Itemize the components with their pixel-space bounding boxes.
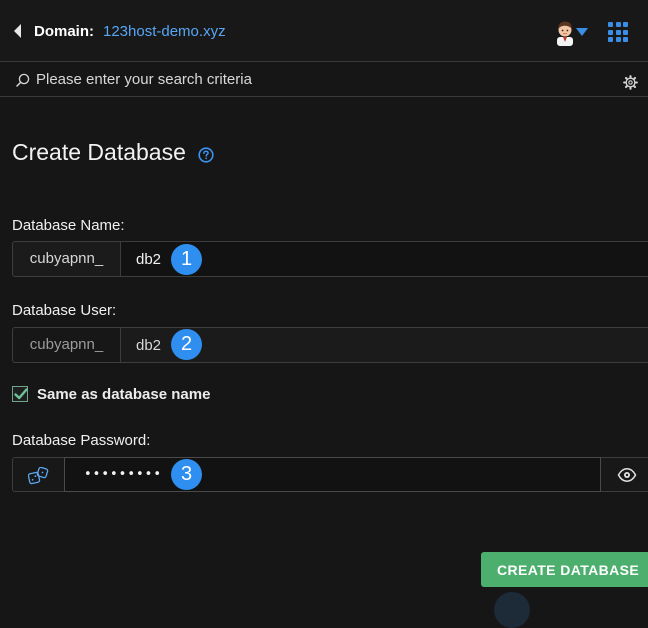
create-database-button[interactable]: CREATE DATABASE	[481, 552, 648, 587]
database-name-label: Database Name:	[12, 217, 125, 234]
database-name-prefix: cubyapnn_	[12, 241, 120, 277]
step-badge-1: 1	[171, 244, 202, 275]
search-bar	[0, 62, 648, 97]
dice-icon	[28, 467, 49, 485]
grid-icon[interactable]	[608, 22, 628, 42]
eye-icon	[617, 468, 637, 482]
caret-left-icon[interactable]	[14, 24, 21, 38]
database-user-group: cubyapnn_	[12, 327, 648, 363]
step-badge-2: 2	[171, 329, 202, 360]
database-user-label: Database User:	[12, 302, 117, 319]
top-bar: Domain: 123host-demo.xyz	[0, 0, 648, 62]
caret-down-icon[interactable]	[576, 28, 588, 36]
database-password-label: Database Password:	[12, 432, 151, 449]
domain-link[interactable]: 123host-demo.xyz	[103, 23, 226, 40]
same-as-name-label[interactable]: Same as database name	[37, 386, 210, 403]
chat-widget-edge	[494, 592, 530, 628]
generate-password-button[interactable]	[12, 457, 64, 492]
database-name-group: cubyapnn_	[12, 241, 648, 277]
database-user-prefix: cubyapnn_	[12, 327, 120, 363]
search-icon	[16, 73, 30, 87]
search-input[interactable]	[30, 66, 622, 92]
question-circle-icon[interactable]	[198, 147, 214, 163]
step-badge-3: 3	[171, 459, 202, 490]
toggle-password-visibility-button[interactable]	[601, 457, 648, 492]
domain-label: Domain:	[34, 23, 94, 40]
database-password-group	[12, 457, 648, 492]
gear-icon[interactable]	[623, 75, 638, 90]
database-password-input[interactable]	[64, 457, 601, 492]
checkmark-icon	[14, 388, 28, 400]
same-as-name-checkbox[interactable]	[12, 386, 28, 402]
user-avatar-icon[interactable]	[554, 20, 576, 46]
page-title: Create Database	[12, 139, 186, 165]
